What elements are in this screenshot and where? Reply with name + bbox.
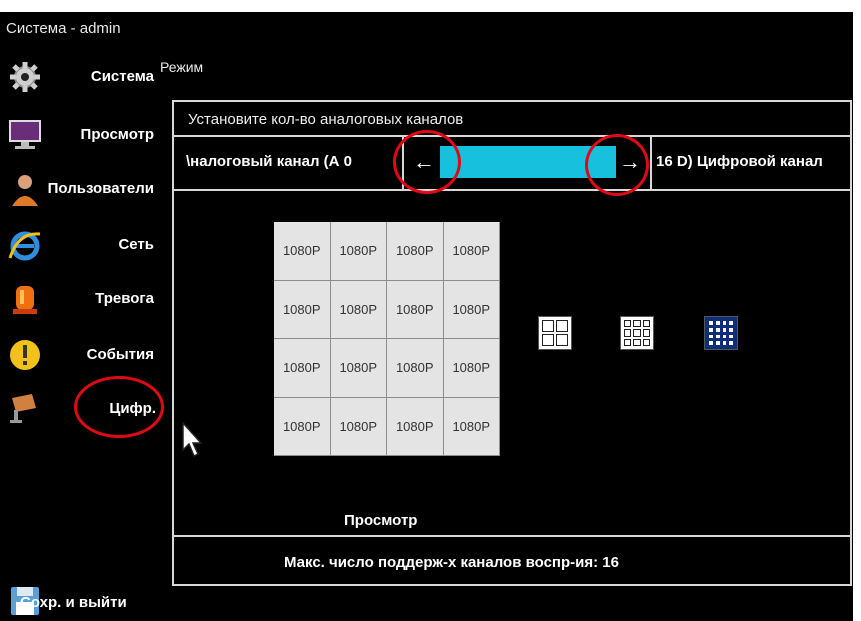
layout-cell <box>714 326 721 333</box>
annotation-circle-left-arrow <box>393 130 461 194</box>
save-exit-button[interactable]: Сохр. и выйти <box>0 580 180 621</box>
sidebar-item-system[interactable]: Система <box>0 54 170 104</box>
dvr-screen: Система - admin Режим Система Просмотр П… <box>0 0 861 621</box>
layout-cell <box>714 333 721 340</box>
sidebar-item-label: Тревога <box>95 290 154 307</box>
annotation-circle-digital <box>74 376 164 438</box>
preview-cell: 1080P <box>443 397 500 456</box>
gear-icon <box>10 62 40 92</box>
layout-cell <box>633 338 641 346</box>
save-exit-label: Сохр. и выйти <box>20 594 127 611</box>
preview-cell: 1080P <box>274 280 331 339</box>
layout-cell <box>642 320 650 328</box>
layout-cell <box>728 340 734 346</box>
user-icon <box>12 175 38 206</box>
preview-cell: 1080P <box>330 280 387 339</box>
layout-cell <box>728 333 734 340</box>
camera-icon <box>10 394 36 423</box>
layout-cell <box>542 320 554 332</box>
layout-2x2-button[interactable] <box>538 316 572 350</box>
layout-cell <box>708 320 714 326</box>
photo-border-top <box>0 0 861 12</box>
sidebar-item-label: Система <box>90 68 154 85</box>
preview-grid: 1080P 1080P 1080P 1080P 1080P 1080P 1080P 1080P… <box>274 222 500 456</box>
preview-cell: 1080P <box>387 397 444 456</box>
internet-explorer-icon <box>8 231 41 261</box>
layout-cell <box>556 320 568 332</box>
layout-cell <box>624 338 632 346</box>
layout-cell <box>708 326 714 333</box>
sidebar-item-network[interactable]: Сеть <box>0 222 170 272</box>
layout-cell <box>633 329 641 337</box>
preview-cell: 1080P <box>330 397 387 456</box>
layout-cell <box>728 320 734 326</box>
preview-cell: 1080P <box>330 339 387 398</box>
preview-cell: 1080P <box>387 222 444 281</box>
preview-cell: 1080P <box>387 339 444 398</box>
layout-cell <box>542 334 554 346</box>
preview-caption: Просмотр <box>344 512 418 529</box>
divider <box>174 535 850 537</box>
mouse-cursor-icon <box>182 422 203 458</box>
layout-cell <box>721 333 728 340</box>
annotation-circle-right-arrow <box>585 134 649 196</box>
layout-cell <box>714 320 721 326</box>
layout-cell <box>556 334 568 346</box>
preview-cell: 1080P <box>387 280 444 339</box>
layout-cell <box>708 340 714 346</box>
preview-cell: 1080P <box>330 222 387 281</box>
sidebar-item-label: Сеть <box>118 236 154 253</box>
preview-cell: 1080P <box>274 397 331 456</box>
channel-settings-panel: Установите кол-во аналоговых каналов \на… <box>172 100 852 586</box>
layout-cell <box>624 320 632 328</box>
layout-cell <box>624 329 632 337</box>
digital-channel-label: 16 D) Цифровой канал <box>656 153 823 170</box>
layout-cell <box>642 329 650 337</box>
preview-cell: 1080P <box>274 339 331 398</box>
divider <box>174 189 850 191</box>
window-title: Система - admin <box>6 20 121 37</box>
sidebar-item-label: Просмотр <box>80 126 154 143</box>
sidebar-item-users[interactable]: Пользователи <box>0 166 170 216</box>
layout-cell <box>721 340 728 346</box>
preview-cell: 1080P <box>443 339 500 398</box>
layout-4x4-button[interactable] <box>704 316 738 350</box>
layout-cell <box>721 326 728 333</box>
monitor-icon <box>9 120 41 149</box>
max-channels-info: Макс. число поддерж-х каналов воспр-ия: … <box>284 554 619 571</box>
preview-cell: 1080P <box>443 222 500 281</box>
panel-heading: Установите кол-во аналоговых каналов <box>188 111 464 128</box>
alarm-light-icon <box>13 286 37 314</box>
layout-cell <box>728 326 734 333</box>
layout-cell <box>642 338 650 346</box>
sidebar-item-events[interactable]: События <box>0 332 170 382</box>
exclamation-icon <box>10 340 40 370</box>
layout-cell <box>721 320 728 326</box>
preview-cell: 1080P <box>443 280 500 339</box>
layout-3x3-button[interactable] <box>620 316 654 350</box>
preview-cell: 1080P <box>274 222 331 281</box>
layout-cell <box>708 333 714 340</box>
sidebar-item-view[interactable]: Просмотр <box>0 112 170 162</box>
photo-border-right <box>853 0 861 621</box>
sidebar-item-label: Пользователи <box>47 180 154 197</box>
sidebar-item-label: События <box>86 346 154 363</box>
layout-cell <box>633 320 641 328</box>
sidebar-item-alarm[interactable]: Тревога <box>0 276 170 326</box>
analog-channel-label: \налоговый канал (А 0 <box>186 153 352 170</box>
layout-cell <box>714 340 721 346</box>
